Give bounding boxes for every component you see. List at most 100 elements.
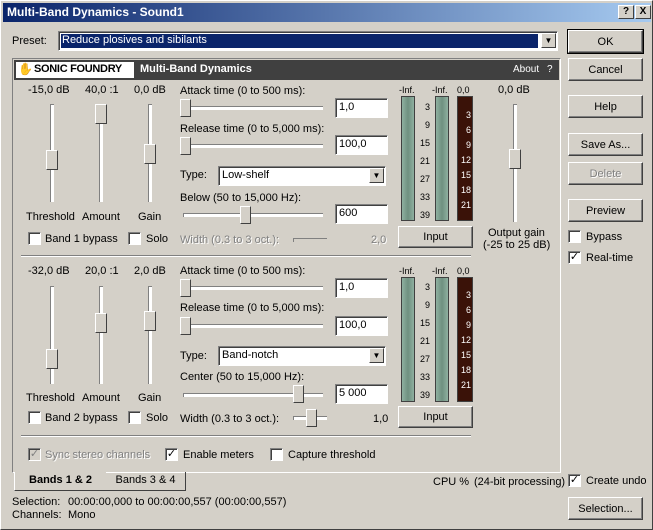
chevron-down-icon[interactable]: ▼: [369, 168, 384, 183]
preset-label: Preset:: [12, 35, 47, 47]
about-link[interactable]: About: [513, 64, 539, 75]
selection-button[interactable]: Selection...: [568, 497, 643, 520]
preset-dropdown[interactable]: Reduce plosives and sibilants ▼: [58, 31, 558, 51]
capture-threshold-checkbox[interactable]: [270, 448, 283, 461]
band1-attack-slider[interactable]: [180, 99, 191, 117]
realtime-checkbox[interactable]: ✓: [568, 251, 581, 264]
band2-gain-slider[interactable]: [144, 311, 156, 331]
band1-type-dropdown[interactable]: Low-shelf ▼: [218, 166, 386, 186]
band1-gain-slider[interactable]: [144, 144, 156, 164]
scale-tick: 15: [460, 170, 471, 180]
band1-gain-label: Gain: [138, 211, 162, 223]
scale-tick: 21: [419, 336, 430, 346]
close-title-button[interactable]: X: [635, 5, 651, 19]
enable-meters-label: Enable meters: [183, 449, 254, 461]
band1-threshold-slider[interactable]: [46, 150, 58, 170]
band2-meter-inf1: -Inf.: [399, 266, 415, 276]
create-undo-label: Create undo: [586, 475, 647, 487]
band2-attack-slider[interactable]: [180, 279, 191, 297]
delete-button[interactable]: Delete: [568, 162, 643, 185]
band1-freq-input[interactable]: 600: [335, 204, 388, 224]
selection-label: Selection:: [12, 496, 61, 508]
band2-solo-label: Solo: [146, 412, 169, 424]
scale-tick: 3: [424, 282, 430, 292]
scale-tick: 9: [465, 140, 471, 150]
preview-button[interactable]: Preview: [568, 199, 643, 222]
band2-input-button[interactable]: Input: [398, 406, 473, 428]
scale-tick: 33: [419, 192, 430, 202]
band2-release-track: [183, 324, 323, 328]
tab-bands-3-4[interactable]: Bands 3 & 4: [106, 472, 186, 491]
band2-gain-track: [148, 286, 152, 384]
band2-gain-label: Gain: [138, 392, 162, 404]
band1-width-slider: [293, 238, 327, 242]
band1-amount-slider[interactable]: [95, 104, 107, 124]
band1-attack-input[interactable]: 1,0: [335, 98, 388, 118]
ok-button[interactable]: OK: [567, 29, 644, 54]
band1-amount-label: Amount: [82, 211, 120, 223]
sync-stereo-label: Sync stereo channels: [45, 449, 151, 461]
create-undo-checkbox[interactable]: ✓: [568, 474, 581, 487]
header-help-link[interactable]: ?: [547, 64, 553, 75]
help-title-button[interactable]: ?: [618, 5, 634, 19]
tab-bands-1-2[interactable]: Bands 1 & 2: [14, 472, 106, 491]
band2-threshold-label: Threshold: [26, 392, 75, 404]
scale-tick: 12: [460, 335, 471, 345]
cancel-button[interactable]: Cancel: [568, 58, 643, 81]
band2-type-label: Type:: [180, 350, 207, 362]
band1-release-slider[interactable]: [180, 137, 191, 155]
scale-tick: 9: [424, 300, 430, 310]
save-as-button[interactable]: Save As...: [568, 133, 643, 156]
band2-type-dropdown[interactable]: Band-notch ▼: [218, 346, 386, 366]
band1-gain-value: 0,0 dB: [134, 84, 166, 96]
title-bar[interactable]: Multi-Band Dynamics - Sound1 ? X: [3, 3, 651, 22]
scale-tick: 18: [460, 185, 471, 195]
capture-threshold-label: Capture threshold: [288, 449, 376, 461]
band1-threshold-label: Threshold: [26, 211, 75, 223]
band2-freq-input[interactable]: 5 000: [335, 384, 388, 404]
band2-bypass-label: Band 2 bypass: [45, 412, 118, 424]
band2-input-meter-b: [435, 277, 449, 402]
band1-width-value: 2,0: [371, 234, 387, 246]
enable-meters-checkbox[interactable]: ✓: [165, 448, 178, 461]
band1-input-button[interactable]: Input: [398, 226, 473, 248]
scale-tick: 15: [419, 138, 430, 148]
output-gain-slider[interactable]: [509, 149, 521, 169]
selection-value: 00:00:00,000 to 00:00:00,557 (00:00:00,5…: [68, 496, 287, 508]
brand-text: SONIC FOUNDRY: [34, 63, 122, 75]
band2-release-label: Release time (0 to 5,000 ms):: [180, 302, 325, 314]
help-button[interactable]: Help: [568, 95, 643, 118]
scale-tick: 15: [460, 350, 471, 360]
chevron-down-icon[interactable]: ▼: [369, 348, 384, 363]
bypass-checkbox[interactable]: [568, 230, 581, 243]
scale-tick: 3: [465, 290, 471, 300]
band2-attack-input[interactable]: 1,0: [335, 278, 388, 298]
band1-release-input[interactable]: 100,0: [335, 135, 388, 155]
band2-solo-checkbox[interactable]: [128, 411, 141, 424]
band2-bypass-checkbox[interactable]: [28, 411, 41, 424]
cpu-label: CPU %: [433, 476, 470, 488]
output-gain-label: Output gain: [488, 227, 545, 239]
band2-amount-track: [99, 286, 103, 384]
sync-stereo-checkbox[interactable]: ✓: [28, 448, 41, 461]
bypass-label: Bypass: [586, 231, 623, 243]
band2-release-input[interactable]: 100,0: [335, 316, 388, 336]
scale-tick: 9: [424, 120, 430, 130]
band2-meter-inf2: -Inf.: [432, 266, 448, 276]
band2-type-value: Band-notch: [222, 349, 279, 361]
scale-tick: 39: [419, 210, 430, 220]
band1-input-meter-b: [435, 96, 449, 221]
band1-solo-checkbox[interactable]: [128, 232, 141, 245]
band2-width-slider[interactable]: [306, 409, 317, 427]
band1-freq-slider[interactable]: [240, 206, 251, 224]
realtime-label: Real-time: [586, 252, 634, 264]
band1-bypass-checkbox[interactable]: [28, 232, 41, 245]
scale-tick: 12: [460, 155, 471, 165]
band1-freq-label: Below (50 to 15,000 Hz):: [180, 192, 302, 204]
band2-threshold-slider[interactable]: [46, 349, 58, 369]
preset-value: Reduce plosives and sibilants: [62, 34, 207, 46]
band2-release-slider[interactable]: [180, 317, 191, 335]
band2-amount-slider[interactable]: [95, 313, 107, 333]
band2-freq-slider[interactable]: [293, 385, 304, 403]
chevron-down-icon[interactable]: ▼: [541, 33, 556, 48]
